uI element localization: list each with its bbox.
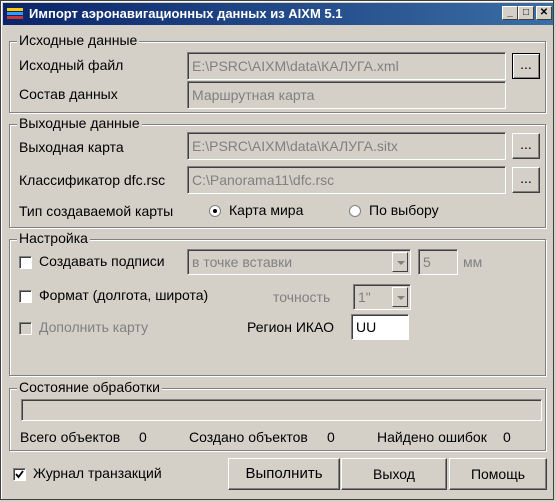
append-map-checkbox[interactable]	[19, 322, 32, 335]
precision-label: точность	[273, 289, 331, 305]
window-title: Импорт аэронавигационных данных из AIXM …	[29, 6, 343, 21]
format-label[interactable]: Формат (долгота, широта)	[39, 287, 208, 303]
status-group-label: Состояние обработки	[17, 379, 162, 395]
append-map-label: Дополнить карту	[39, 319, 149, 335]
help-button[interactable]: Помощь	[449, 458, 547, 490]
composition-field[interactable]: Маршрутная карта	[187, 81, 506, 109]
create-labels-checkbox[interactable]	[19, 256, 32, 269]
errors-label: Найдено ошибок	[377, 429, 487, 445]
create-labels-label[interactable]: Создавать подписи	[39, 253, 165, 269]
classifier-field[interactable]: C:\Panorama11\dfc.rsc	[187, 166, 506, 194]
labels-size-field[interactable]: 5	[418, 249, 458, 275]
format-checkbox[interactable]	[19, 290, 32, 303]
app-icon	[7, 8, 23, 19]
radio-custom[interactable]	[349, 205, 361, 217]
journal-label[interactable]: Журнал транзакций	[33, 465, 162, 481]
precision-value: 1"	[358, 289, 371, 305]
classifier-label: Классификатор dfc.rsc	[19, 172, 166, 188]
progress-bar	[21, 399, 542, 421]
output-group-label: Выходные данные	[17, 115, 142, 131]
settings-group-label: Настройка	[17, 230, 90, 246]
labels-position-select[interactable]: в точке вставки	[187, 249, 411, 275]
dialog-window: Импорт аэронавигационных данных из AIXM …	[0, 0, 554, 500]
labels-position-value: в точке вставки	[192, 254, 293, 270]
source-group-label: Исходные данные	[17, 32, 140, 48]
created-objects-value: 0	[327, 429, 335, 445]
title-bar: Импорт аэронавигационных данных из AIXM …	[3, 3, 553, 25]
source-file-field[interactable]: E:\PSRC\AIXM\data\КАЛУГА.xml	[187, 52, 506, 80]
classifier-browse-button[interactable]: ...	[512, 167, 540, 193]
output-map-label: Выходная карта	[19, 139, 124, 155]
created-objects-label: Создано объектов	[189, 429, 308, 445]
output-map-browse-button[interactable]: ...	[512, 133, 540, 159]
radio-world-map-label[interactable]: Карта мира	[229, 202, 303, 218]
source-browse-button[interactable]: ...	[512, 53, 540, 79]
icao-field[interactable]: UU	[351, 314, 409, 340]
total-objects-value: 0	[139, 429, 147, 445]
labels-unit: мм	[463, 254, 483, 270]
errors-value: 0	[503, 429, 511, 445]
maximize-button[interactable]: □	[518, 6, 534, 20]
minimize-button[interactable]: _	[502, 6, 518, 20]
precision-select[interactable]: 1"	[353, 284, 411, 310]
map-type-label: Тип создаваемой карты	[19, 203, 174, 219]
close-button[interactable]: ✕	[536, 6, 552, 20]
total-objects-label: Всего объектов	[20, 429, 121, 445]
run-button[interactable]: Выполнить	[228, 458, 340, 490]
exit-button[interactable]: Выход	[341, 458, 447, 490]
chevron-down-icon[interactable]	[392, 287, 408, 307]
source-file-label: Исходный файл	[19, 57, 124, 73]
checkmark-icon	[15, 470, 24, 479]
icao-label: Регион ИКАО	[247, 319, 334, 335]
chevron-down-icon[interactable]	[392, 252, 408, 272]
radio-custom-label[interactable]: По выбору	[369, 202, 439, 218]
radio-world-map[interactable]	[209, 205, 221, 217]
journal-checkbox[interactable]	[13, 468, 26, 481]
radio-selected-dot	[213, 209, 217, 213]
output-map-field[interactable]: E:\PSRC\AIXM\data\КАЛУГА.sitx	[187, 132, 506, 160]
composition-label: Состав данных	[19, 86, 118, 102]
